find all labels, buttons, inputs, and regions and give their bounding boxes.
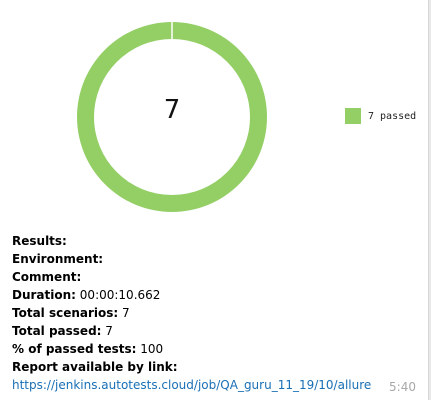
report-link-label: Report available by link:: [12, 360, 178, 374]
report-link[interactable]: https://jenkins.autotests.cloud/job/QA_g…: [12, 378, 371, 392]
total-scenarios-label: Total scenarios:: [12, 306, 119, 320]
report-chart: 7 7 passed: [0, 0, 431, 225]
duration-label: Duration:: [12, 288, 76, 302]
duration-row: Duration: 00:00:10.662: [12, 286, 422, 304]
legend-label-passed: 7 passed: [368, 110, 417, 122]
chart-center-label: 7: [163, 95, 181, 125]
results-label: Results:: [12, 234, 67, 248]
environment-label: Environment:: [12, 252, 104, 266]
percent-passed-label: % of passed tests:: [12, 342, 137, 356]
comment-label: Comment:: [12, 270, 82, 284]
chart-legend: 7 passed: [345, 108, 416, 124]
total-scenarios-value: 7: [122, 306, 130, 320]
percent-passed-row: % of passed tests: 100: [12, 340, 422, 358]
legend-swatch-passed: [345, 108, 361, 124]
total-passed-row: Total passed: 7: [12, 322, 422, 340]
percent-passed-value: 100: [140, 342, 164, 356]
message-time: 5:40: [389, 380, 416, 394]
report-text: Results: Environment: Comment: Duration:…: [12, 232, 422, 394]
comment-row: Comment:: [12, 268, 422, 286]
report-link-url-row: https://jenkins.autotests.cloud/job/QA_g…: [12, 376, 422, 394]
total-passed-value: 7: [105, 324, 113, 338]
report-link-row: Report available by link:: [12, 358, 422, 376]
results-row: Results:: [12, 232, 422, 250]
environment-row: Environment:: [12, 250, 422, 268]
total-scenarios-row: Total scenarios: 7: [12, 304, 422, 322]
total-passed-label: Total passed:: [12, 324, 102, 338]
duration-value: 00:00:10.662: [79, 288, 161, 302]
message-bubble: 7 7 passed Results: Environment: Comment…: [0, 0, 429, 400]
